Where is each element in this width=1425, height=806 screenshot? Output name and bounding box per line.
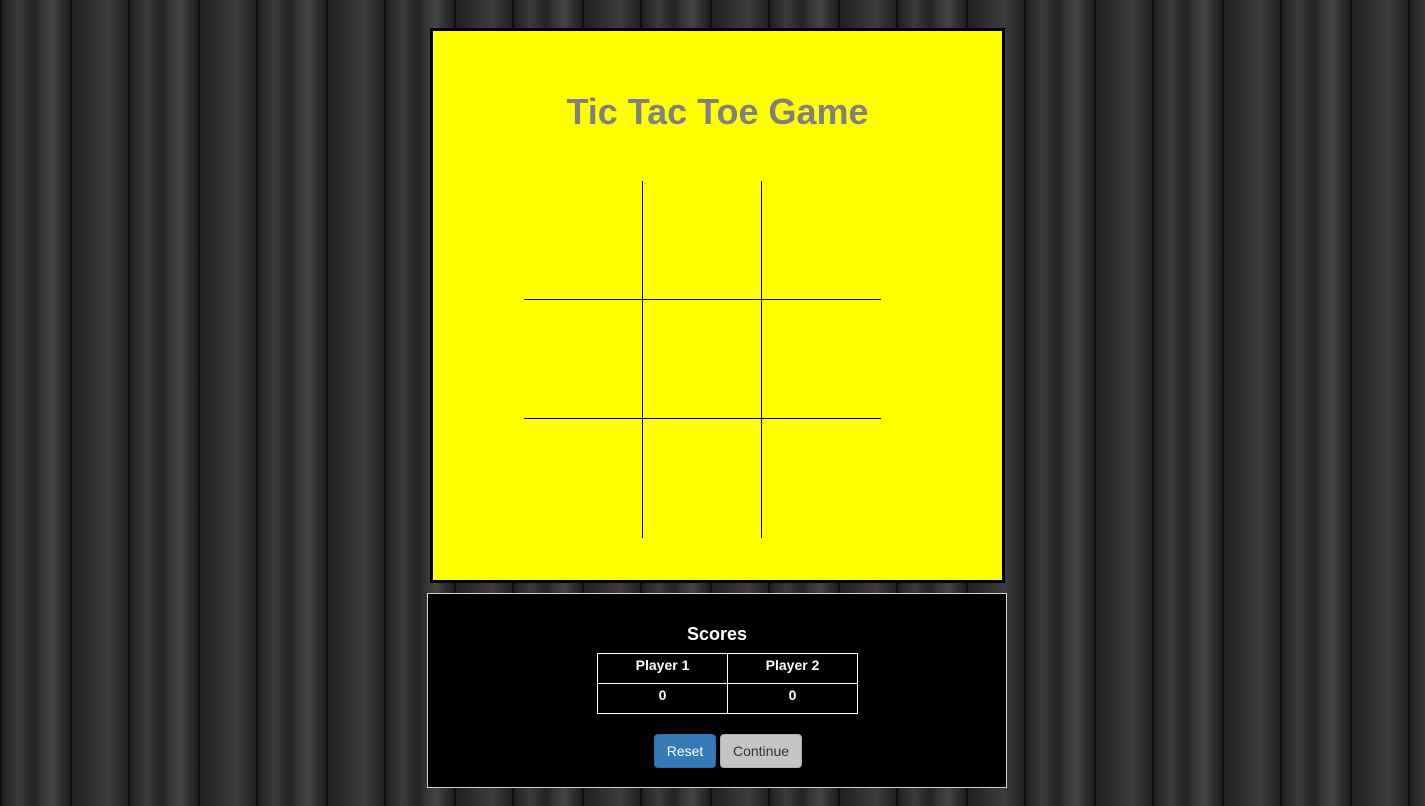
game-board: [524, 181, 881, 538]
board-cell-2-0[interactable]: [524, 419, 643, 538]
board-cell-1-0[interactable]: [524, 300, 643, 419]
board-cell-1-2[interactable]: [762, 300, 881, 419]
scores-heading: Scores: [686, 624, 748, 644]
board-cell-0-0[interactable]: [524, 181, 643, 300]
board-cell-0-1[interactable]: [643, 181, 762, 300]
board-cell-1-1[interactable]: [643, 300, 762, 419]
board-cell-0-2[interactable]: [762, 181, 881, 300]
game-title: Tic Tac Toe Game: [566, 91, 869, 132]
player-2-header: Player 2: [727, 653, 858, 684]
continue-button[interactable]: Continue: [720, 734, 802, 768]
game-panel: Tic Tac Toe Game: [430, 28, 1005, 583]
score-panel: Scores Player 1 Player 2 0 0 Reset Conti…: [427, 593, 1007, 788]
score-table: Player 1 Player 2 0 0: [597, 653, 858, 714]
score-header-row: Player 1 Player 2: [597, 653, 858, 684]
board-cell-2-2[interactable]: [762, 419, 881, 538]
player-2-score: 0: [727, 683, 858, 714]
score-value-row: 0 0: [597, 683, 858, 714]
player-1-header: Player 1: [597, 653, 728, 684]
board-cell-2-1[interactable]: [643, 419, 762, 538]
reset-button[interactable]: Reset: [654, 734, 716, 768]
player-1-score: 0: [597, 683, 728, 714]
